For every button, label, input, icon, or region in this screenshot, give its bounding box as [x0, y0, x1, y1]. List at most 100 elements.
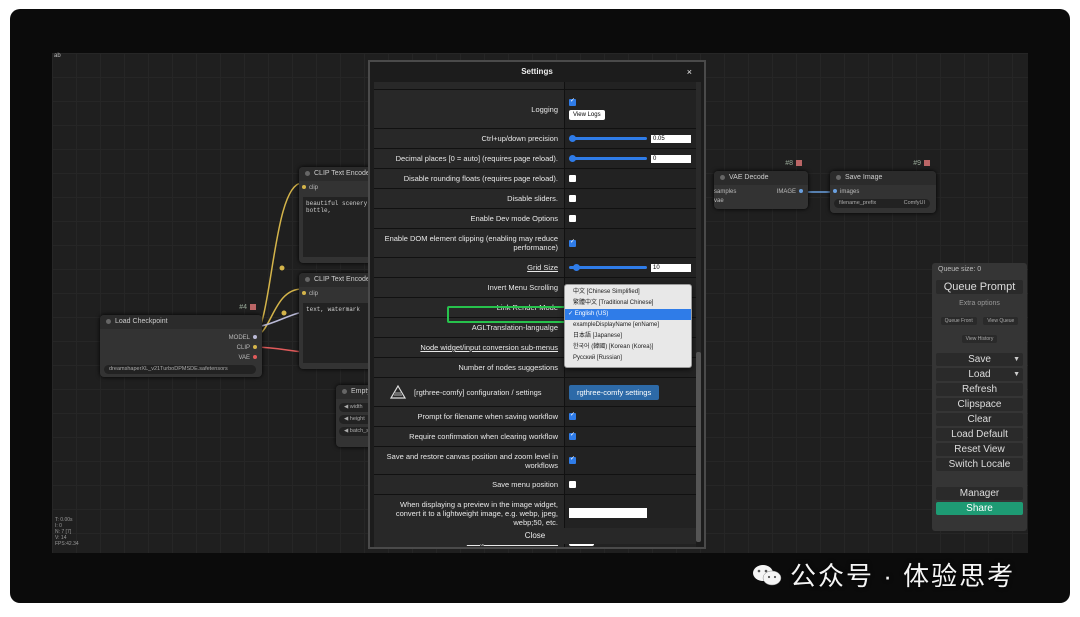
save-menu-position-checkbox[interactable]	[569, 481, 576, 488]
setting-label: Invert Menu Scrolling	[487, 283, 558, 292]
port-samples: samples	[714, 189, 737, 195]
close-button[interactable]: Close	[374, 528, 696, 544]
node-title: VAE Decode	[729, 174, 769, 181]
clip-text-encode-node-1[interactable]: CLIP Text Encode ( clip beautiful scener…	[299, 167, 389, 263]
setting-decimal-places: Decimal places [0 = auto] (requires page…	[374, 149, 696, 169]
logging-checkbox[interactable]	[569, 97, 576, 106]
setting-label: Disable rounding floats (requires page r…	[403, 174, 558, 183]
language-option[interactable]: 日本語 [Japanese]	[565, 331, 691, 342]
prompt-filename-checkbox[interactable]	[569, 411, 576, 420]
load-button[interactable]: Load ▼	[936, 368, 1023, 381]
setting-label: Grid Size	[527, 263, 558, 272]
dialog-title: Settings	[370, 62, 704, 82]
node-id: #8	[785, 160, 802, 167]
language-option[interactable]: Русский [Russian]	[565, 353, 691, 364]
vae-decode-node[interactable]: #8 VAE Decode samples vae IMAGE	[714, 160, 808, 209]
disable-rounding-checkbox[interactable]	[569, 175, 576, 182]
require-confirm-checkbox[interactable]	[569, 431, 576, 440]
widget-label: width	[349, 404, 363, 410]
language-option[interactable]: 繁體中文 [Traditional Chinese]	[565, 298, 691, 309]
setting-grid-size: Grid Size 10	[374, 258, 696, 278]
save-image-node[interactable]: #9 Save Image images filename_prefix Comf…	[830, 160, 936, 213]
port-images: images	[840, 189, 860, 195]
manager-button[interactable]: Manager	[936, 487, 1023, 500]
wechat-icon	[753, 564, 782, 585]
port-model: MODEL	[228, 335, 250, 341]
chevron-down-icon[interactable]: ▼	[1013, 368, 1020, 381]
rgthree-settings-button[interactable]: rgthree-comfy settings	[569, 384, 660, 400]
language-option[interactable]: exampleDisplayName [enName]	[565, 320, 691, 331]
setting-disable-sliders: Disable sliders.	[374, 189, 696, 209]
prompt-textarea[interactable]: beautiful scenery natur bottle,	[303, 197, 389, 257]
setting-require-confirm: Require confirmation when clearing workf…	[374, 427, 696, 447]
node-id: #9	[913, 160, 930, 167]
grid-size-slider[interactable]	[569, 264, 647, 271]
port-clip: clip	[309, 291, 319, 297]
queue-prompt-button[interactable]: Queue Prompt	[936, 280, 1023, 294]
ckpt-name-widget[interactable]: dreamshaperXL_v21TurboDPMSDE.safetensors	[104, 365, 256, 374]
setting-label: Enable DOM element clipping (enabling ma…	[384, 234, 558, 252]
refresh-button[interactable]: Refresh	[936, 383, 1023, 396]
setting-dev-mode: Enable Dev mode Options	[374, 209, 696, 229]
save-restore-checkbox[interactable]	[569, 455, 576, 464]
decimal-slider[interactable]	[569, 155, 647, 162]
port-vae-out: VAE	[238, 355, 250, 361]
language-option[interactable]: 中文 [Chinese Simplified]	[565, 287, 691, 298]
share-button[interactable]: Share	[936, 502, 1023, 515]
precision-input[interactable]: 0.05	[651, 134, 691, 143]
setting-label: Number of nodes suggestions	[458, 363, 558, 372]
setting-disable-rounding: Disable rounding floats (requires page r…	[374, 169, 696, 189]
rgthree-logo-icon	[390, 385, 406, 399]
negative-prompt-textarea[interactable]: text, watermark	[303, 303, 375, 363]
setting-rgthree: [rgthree-comfy] configuration / settings…	[374, 378, 696, 407]
load-default-button[interactable]: Load Default	[936, 428, 1023, 441]
preview-format-input[interactable]	[569, 508, 647, 518]
clipspace-button[interactable]: Clipspace	[936, 398, 1023, 411]
setting-save-menu-position: Save menu position	[374, 475, 696, 495]
disable-sliders-checkbox[interactable]	[569, 195, 576, 202]
port-image: IMAGE	[776, 189, 796, 195]
view-history-button[interactable]: View History	[961, 335, 998, 343]
extra-options-toggle[interactable]: Extra options	[932, 300, 1027, 307]
chevron-down-icon[interactable]: ▼	[1013, 353, 1020, 366]
setting-label: Prompt for filename when saving workflow	[417, 412, 558, 421]
node-title: CLIP Text Encode (	[314, 170, 375, 177]
port-clip-out: CLIP	[236, 345, 250, 351]
precision-slider[interactable]	[569, 135, 647, 142]
save-button[interactable]: Save ▼	[936, 353, 1023, 366]
view-queue-button[interactable]: View Queue	[983, 317, 1019, 325]
dom-clipping-checkbox[interactable]	[569, 238, 576, 247]
view-logs-button[interactable]: View Logs	[569, 109, 605, 120]
queue-size: Queue size: 0	[938, 266, 982, 273]
stat-line: FPS:42.34	[55, 541, 79, 547]
setting-dom-clipping: Enable DOM element clipping (enabling ma…	[374, 229, 696, 258]
scrollbar-thumb[interactable]	[696, 352, 701, 542]
node-title: Load Checkpoint	[115, 318, 168, 325]
widget-label: height	[349, 416, 365, 422]
setting-label: When displaying a preview in the image w…	[395, 499, 558, 527]
language-option[interactable]: 한국어 (韓國) [Korean (Korea)]	[565, 342, 691, 353]
node-id: #4	[239, 304, 256, 311]
close-icon[interactable]: ×	[687, 62, 692, 82]
dev-mode-checkbox[interactable]	[569, 215, 576, 222]
setting-ctrl-precision: Ctrl+up/down precision 0.05	[374, 129, 696, 149]
clip-text-encode-node-2[interactable]: CLIP Text Encode ( clip text, watermark	[299, 273, 379, 369]
node-title: Save Image	[845, 174, 883, 181]
switch-locale-button[interactable]: Switch Locale	[936, 458, 1023, 471]
setting-label: Decimal places [0 = auto] (requires page…	[395, 154, 558, 163]
setting-label: Ctrl+up/down precision	[481, 134, 559, 143]
language-option-selected[interactable]: ✓ English (US)	[565, 309, 691, 320]
clear-button[interactable]: Clear	[936, 413, 1023, 426]
grid-size-input[interactable]: 10	[651, 263, 691, 272]
language-dropdown[interactable]: 中文 [Chinese Simplified] 繁體中文 [Traditiona…	[564, 284, 692, 368]
load-checkpoint-node[interactable]: #4 Load Checkpoint MODEL CLIP VAE dreams…	[100, 304, 262, 377]
setting-label: Save menu position	[492, 480, 558, 489]
node-title: CLIP Text Encode (	[314, 276, 375, 283]
queue-front-button[interactable]: Queue Front	[940, 317, 977, 325]
setting-label: Node widget/input conversion sub-menus	[420, 343, 558, 352]
filename-prefix-widget[interactable]: filename_prefix ComfyUI	[834, 199, 930, 208]
setting-label: Require confirmation when clearing workf…	[409, 432, 558, 441]
decimal-input[interactable]: 0	[651, 154, 691, 163]
reset-view-button[interactable]: Reset View	[936, 443, 1023, 456]
settings-scrollbar[interactable]	[696, 82, 701, 542]
